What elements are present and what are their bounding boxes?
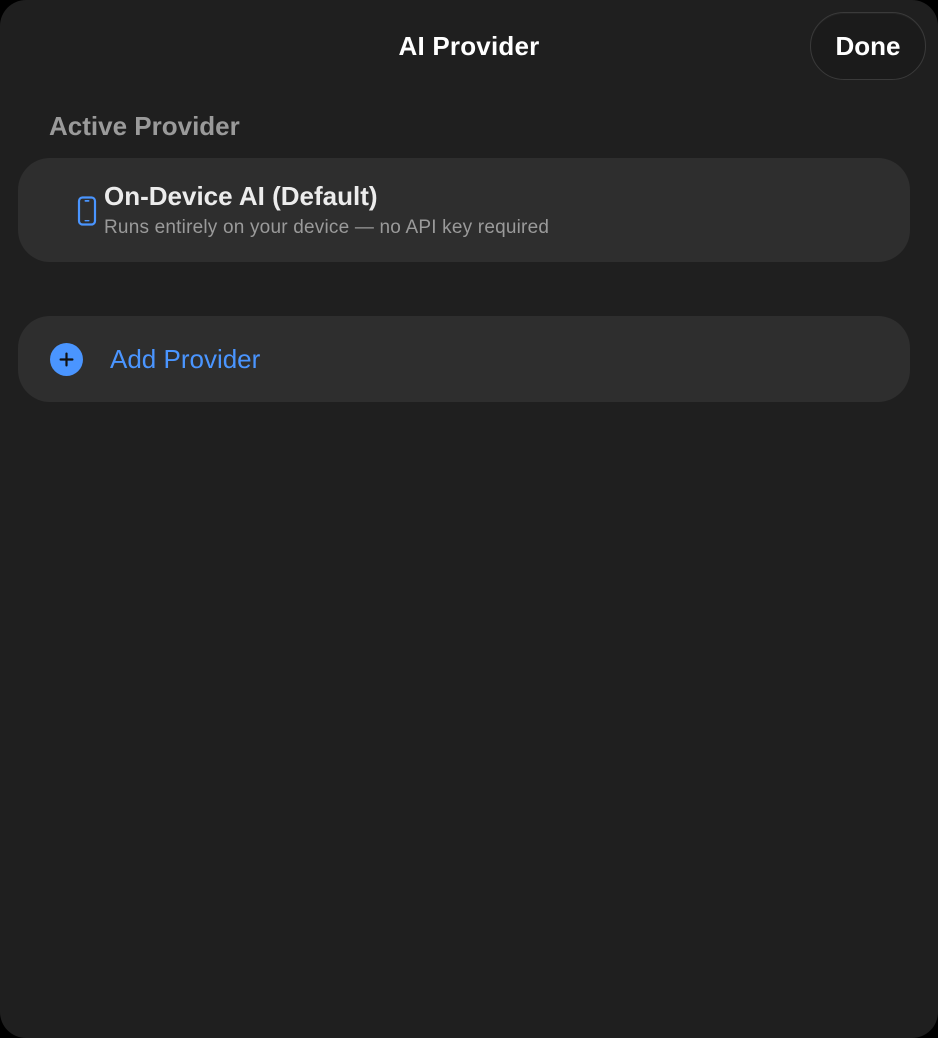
section-header-active-provider: Active Provider xyxy=(49,111,240,141)
provider-description: Runs entirely on your device — no API ke… xyxy=(104,217,550,238)
done-button[interactable]: Done xyxy=(810,12,926,80)
iphone-icon xyxy=(77,196,97,226)
plus-circle-icon[interactable] xyxy=(50,343,83,376)
page-title: AI Provider xyxy=(398,31,540,61)
provider-name: On-Device AI (Default) xyxy=(104,181,378,211)
ai-provider-sheet: AI Provider Done Active Provider On-Devi… xyxy=(0,0,938,1038)
add-provider-label[interactable]: Add Provider xyxy=(110,342,260,376)
